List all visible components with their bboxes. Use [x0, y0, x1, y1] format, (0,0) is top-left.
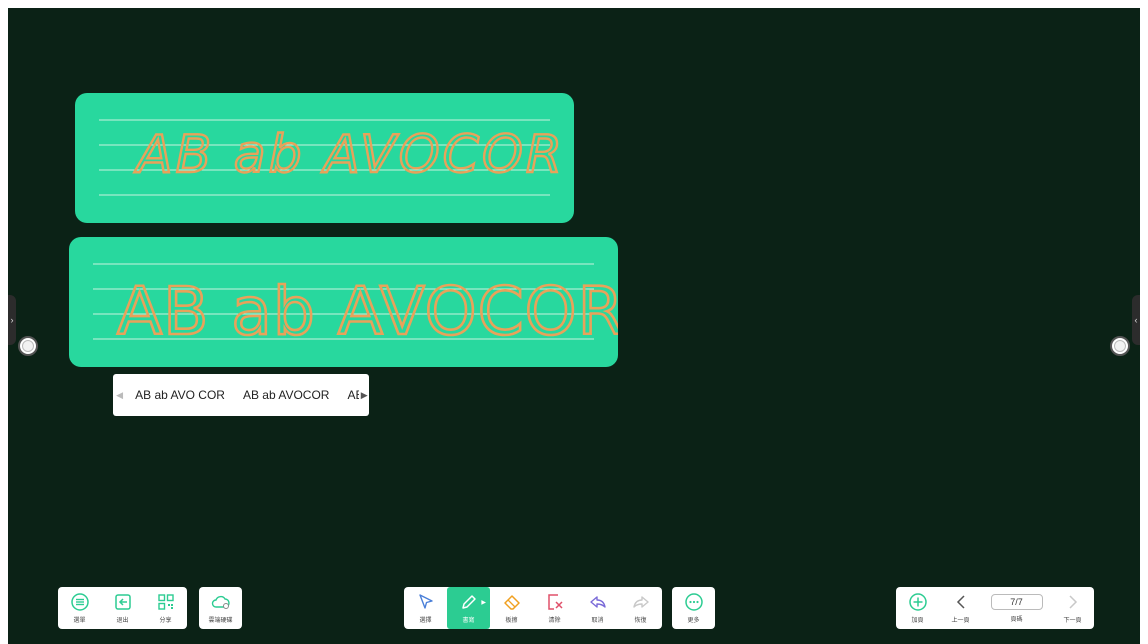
redo-icon — [632, 596, 649, 608]
exit-label: 退出 — [116, 618, 129, 624]
caret-right-icon: ▶ — [481, 600, 486, 606]
handwriting-card-upright[interactable]: AB ab AVOCOR — [75, 93, 574, 223]
share-label: 分享 — [159, 618, 172, 624]
qr-code-icon — [157, 594, 174, 610]
triangle-left-icon[interactable]: ◀ — [113, 390, 126, 401]
menu-label: 選單 — [73, 618, 86, 624]
plus-circle-icon — [908, 593, 927, 611]
cloud-drive-button[interactable]: 雲端硬碟 — [199, 587, 242, 629]
handwriting-text-upright: AB ab AVOCOR — [134, 125, 565, 185]
eraser-icon — [503, 595, 520, 610]
menu-icon — [70, 593, 89, 611]
prev-page-button[interactable]: 上一頁 — [939, 587, 982, 629]
toolbar-pages: 加頁 上一頁 7/7 頁碼 下一頁 — [896, 587, 1094, 629]
select-label: 選擇 — [419, 618, 432, 624]
write-label: 書寫 — [462, 618, 475, 624]
undo-button[interactable]: 取消 — [576, 587, 619, 629]
candidate-item[interactable]: AB ab AVOCOR — [234, 388, 338, 402]
menu-button[interactable]: 選單 — [58, 587, 101, 629]
cloud-drive-label: 雲端硬碟 — [208, 618, 233, 624]
write-button[interactable]: ▶ 書寫 — [447, 587, 490, 629]
undo-icon — [589, 596, 606, 608]
pen-icon — [461, 595, 476, 609]
exit-icon — [114, 594, 131, 610]
more-icon — [684, 593, 703, 611]
eraser-label: 板擦 — [505, 618, 518, 624]
cloud-icon — [211, 595, 230, 609]
triangle-right-icon[interactable]: ▶ — [359, 390, 369, 401]
toolbar-more: 更多 — [672, 587, 715, 629]
handwriting-text-cursive: AB ab AVOCOR — [117, 273, 618, 350]
add-page-label: 加頁 — [911, 618, 924, 624]
more-label: 更多 — [687, 618, 700, 624]
ruled-lines: AB ab AVOCOR — [93, 263, 618, 351]
page-number-label: 頁碼 — [1010, 616, 1023, 623]
redo-label: 恢復 — [634, 618, 647, 624]
right-panel-handle[interactable]: ‹ — [1132, 295, 1140, 345]
candidate-item[interactable]: AB ab AVO COR — [126, 388, 234, 402]
next-page-button[interactable]: 下一頁 — [1051, 587, 1094, 629]
prev-page-label: 上一頁 — [951, 618, 970, 624]
add-page-button[interactable]: 加頁 — [896, 587, 939, 629]
handwriting-card-cursive[interactable]: AB ab AVOCOR — [69, 237, 618, 367]
left-float-button[interactable] — [18, 336, 38, 356]
toolbar-cloud: 雲端硬碟 — [199, 587, 242, 629]
eraser-button[interactable]: 板擦 — [490, 587, 533, 629]
redo-button[interactable]: 恢復 — [619, 587, 662, 629]
page-indicator[interactable]: 7/7 — [990, 593, 1043, 610]
next-page-label: 下一頁 — [1063, 618, 1082, 624]
ruled-lines: AB ab AVOCOR — [99, 119, 565, 196]
clear-icon — [547, 594, 563, 610]
exit-button[interactable]: 退出 — [101, 587, 144, 629]
left-panel-handle[interactable]: › — [8, 295, 16, 345]
toolbar-left: 選單 退出 分享 — [58, 587, 187, 629]
clear-label: 清除 — [548, 618, 561, 624]
share-button[interactable]: 分享 — [144, 587, 187, 629]
whiteboard-canvas[interactable]: AB ab AVOCOR AB ab AVOCOR ◀ AB ab AVO CO… — [8, 8, 1140, 644]
candidate-item[interactable]: AE — [338, 388, 359, 402]
undo-label: 取消 — [591, 618, 604, 624]
more-button[interactable]: 更多 — [672, 587, 715, 629]
recognition-candidates-bar: ◀ AB ab AVO COR AB ab AVOCOR AE ▶ — [113, 374, 369, 416]
right-float-button[interactable] — [1110, 336, 1130, 356]
cursor-icon — [418, 594, 433, 609]
page-number-control[interactable]: 7/7 頁碼 — [982, 587, 1051, 629]
select-button[interactable]: 選擇 — [404, 587, 447, 629]
chevron-right-icon — [1068, 595, 1077, 609]
chevron-left-icon — [956, 595, 965, 609]
clear-button[interactable]: 清除 — [533, 587, 576, 629]
toolbar-center: 選擇 ▶ 書寫 板擦 清除 取消 恢復 — [404, 587, 662, 629]
